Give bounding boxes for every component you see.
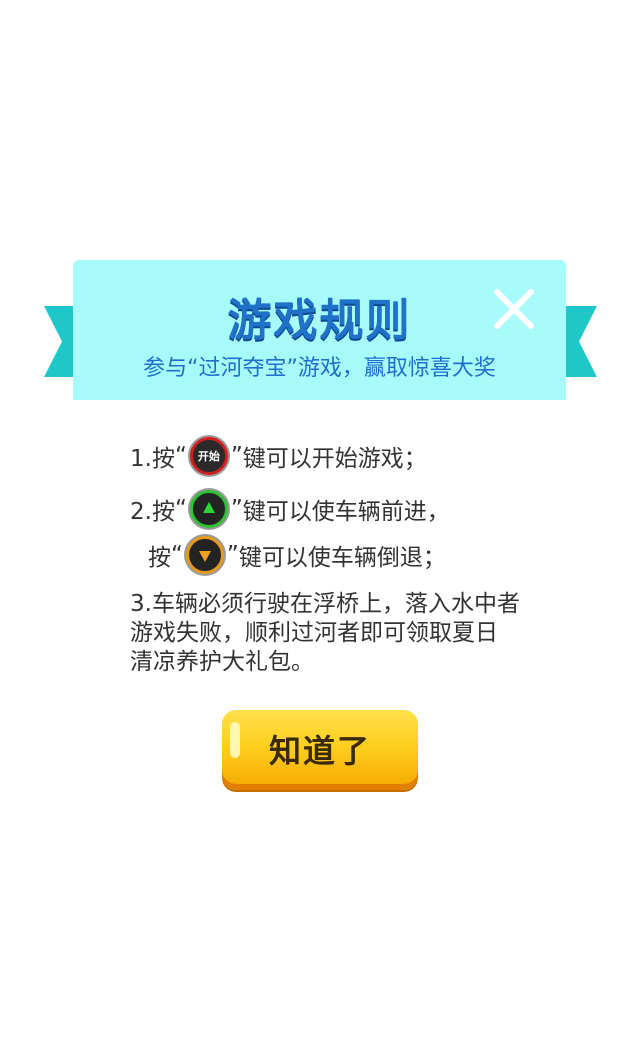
rule-2-open-quote: “ <box>174 496 187 522</box>
up-arrow-key-icon <box>189 490 228 528</box>
got-it-button[interactable]: 知道了 <box>222 710 418 790</box>
rule-1-close-quote: ” <box>230 443 243 469</box>
rule-3: 3.车辆必须行驶在浮桥上，落入水中者游戏失败，顺利过河者即可领取夏日清凉养护大礼… <box>130 591 520 675</box>
dialog-header: 游戏规则 参与“过河夺宝”游戏，赢取惊喜大奖 <box>73 260 566 400</box>
dialog-subtitle: 参与“过河夺宝”游戏，赢取惊喜大奖 <box>143 356 496 381</box>
down-arrow-key-icon <box>185 536 224 574</box>
rule-2b-close-quote: ” <box>226 542 239 568</box>
rule-2b-open-quote: “ <box>171 542 183 568</box>
start-key-label: 开始 <box>197 450 220 463</box>
rule-2-prefix: 2.按 <box>130 499 175 525</box>
got-it-button-label: 知道了 <box>268 732 371 770</box>
rule-2b-text: 键可以使车辆倒退； <box>238 545 446 571</box>
rule-2b-prefix: 按 <box>148 545 171 571</box>
rule-2-reverse: 按 “ ” 键可以使车辆倒退； <box>148 533 446 577</box>
start-key-icon: 开始 <box>189 437 228 475</box>
rule-2-text: 键可以使车辆前进， <box>242 499 450 525</box>
close-icon[interactable] <box>491 286 537 332</box>
rule-2-close-quote: ” <box>230 496 243 522</box>
rule-1-open-quote: “ <box>174 443 187 469</box>
rule-1-prefix: 1.按 <box>130 446 175 472</box>
rule-2-forward: 2.按 “ ” 键可以使车辆前进， <box>130 487 450 531</box>
rule-1-text: 键可以开始游戏； <box>242 446 427 472</box>
rule-1: 1.按 “ 开始 ” 键可以开始游戏； <box>130 434 427 478</box>
